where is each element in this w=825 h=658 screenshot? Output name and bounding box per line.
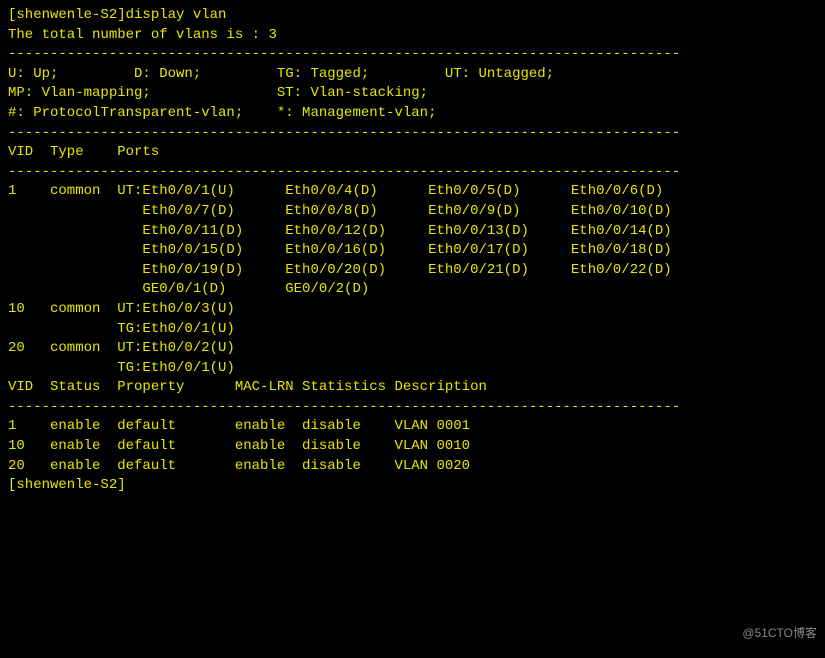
watermark: @51CTO博客 — [742, 625, 817, 642]
table-row: 20 enable default enable disable VLAN 00… — [8, 457, 817, 477]
table-row: Eth0/0/19(D) Eth0/0/20(D) Eth0/0/21(D) E… — [8, 261, 817, 281]
divider: ----------------------------------------… — [8, 124, 817, 144]
prompt-line: [shenwenle-S2]display vlan — [8, 6, 817, 26]
table-row: Eth0/0/7(D) Eth0/0/8(D) Eth0/0/9(D) Eth0… — [8, 202, 817, 222]
status-header: VID Status Property MAC-LRN Statistics D… — [8, 378, 817, 398]
divider: ----------------------------------------… — [8, 398, 817, 418]
table-row: 20 common UT:Eth0/0/2(U) — [8, 339, 817, 359]
table-row: GE0/0/1(D) GE0/0/2(D) — [8, 280, 817, 300]
table-row: TG:Eth0/0/1(U) — [8, 320, 817, 340]
table-row: Eth0/0/11(D) Eth0/0/12(D) Eth0/0/13(D) E… — [8, 222, 817, 242]
prompt-line: [shenwenle-S2] — [8, 476, 817, 496]
divider: ----------------------------------------… — [8, 45, 817, 65]
legend-line-3: #: ProtocolTransparent-vlan; *: Manageme… — [8, 104, 817, 124]
legend-line-1: U: Up; D: Down; TG: Tagged; UT: Untagged… — [8, 65, 817, 85]
table-row: TG:Eth0/0/1(U) — [8, 359, 817, 379]
table-row: 1 common UT:Eth0/0/1(U) Eth0/0/4(D) Eth0… — [8, 182, 817, 202]
legend-line-2: MP: Vlan-mapping; ST: Vlan-stacking; — [8, 84, 817, 104]
divider: ----------------------------------------… — [8, 163, 817, 183]
ports-header: VID Type Ports — [8, 143, 817, 163]
table-row: 10 enable default enable disable VLAN 00… — [8, 437, 817, 457]
total-vlans-line: The total number of vlans is : 3 — [8, 26, 817, 46]
table-row: 1 enable default enable disable VLAN 000… — [8, 417, 817, 437]
table-row: Eth0/0/15(D) Eth0/0/16(D) Eth0/0/17(D) E… — [8, 241, 817, 261]
table-row: 10 common UT:Eth0/0/3(U) — [8, 300, 817, 320]
